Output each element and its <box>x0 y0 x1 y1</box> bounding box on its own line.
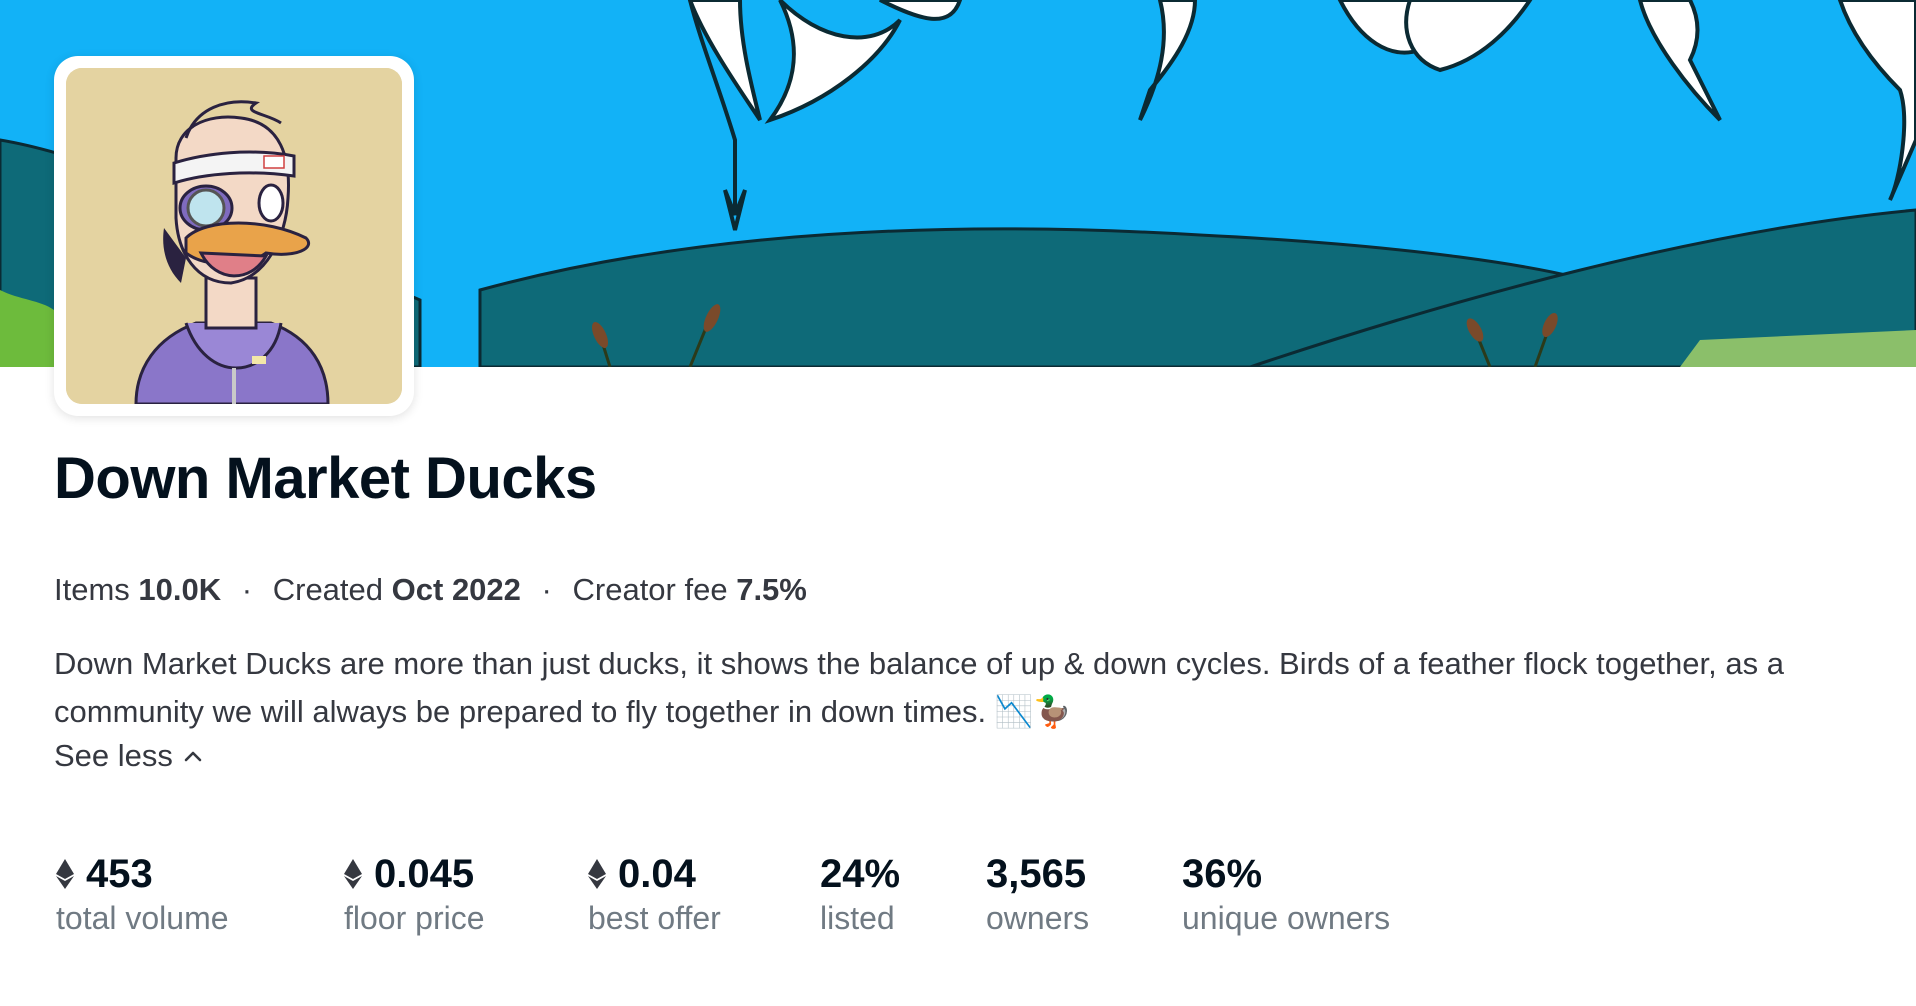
created-value: Oct 2022 <box>391 572 521 607</box>
meta-separator: · <box>541 572 552 607</box>
stat-unique-owners[interactable]: 36% unique owners <box>1182 846 1442 937</box>
stat-label: owners <box>986 900 1090 936</box>
eth-icon <box>56 859 74 889</box>
creator-fee-label: Creator fee <box>572 572 728 607</box>
stat-label: listed <box>820 900 895 936</box>
stat-value: 453 <box>86 851 153 896</box>
items-value: 10.0K <box>138 572 222 607</box>
collection-avatar[interactable] <box>54 56 414 416</box>
stat-best-offer[interactable]: 0.04 best offer <box>588 846 820 937</box>
items-label: Items <box>54 572 130 607</box>
creator-fee-value: 7.5% <box>736 572 807 607</box>
collection-title: Down Market Ducks <box>54 446 597 511</box>
chevron-up-icon <box>184 751 202 762</box>
stat-label: total volume <box>56 900 229 936</box>
collection-stats: 453 total volume 0.045 floor price 0.04 … <box>56 846 1442 937</box>
stat-owners[interactable]: 3,565 owners <box>986 846 1182 937</box>
stat-label: unique owners <box>1182 900 1391 936</box>
created-label: Created <box>272 572 384 607</box>
stat-value: 0.04 <box>618 851 696 896</box>
collection-meta: Items 10.0K · Created Oct 2022 · Creator… <box>54 572 807 608</box>
stat-value: 3,565 <box>986 851 1087 896</box>
eth-icon <box>588 859 606 889</box>
stat-total-volume[interactable]: 453 total volume <box>56 846 344 937</box>
see-less-label: See less <box>54 738 173 773</box>
stat-label: floor price <box>344 900 485 936</box>
eth-icon <box>344 859 362 889</box>
see-less-button[interactable]: See less <box>54 738 203 774</box>
stat-listed[interactable]: 24% listed <box>820 846 986 937</box>
stat-value: 36% <box>1182 851 1263 896</box>
stat-value: 24% <box>820 851 901 896</box>
duck-avatar-image <box>66 68 402 404</box>
stat-label: best offer <box>588 900 721 936</box>
meta-separator: · <box>241 572 253 607</box>
stat-floor-price[interactable]: 0.045 floor price <box>344 846 588 937</box>
stat-value: 0.045 <box>374 851 475 896</box>
collection-description: Down Market Ducks are more than just duc… <box>54 646 1784 729</box>
